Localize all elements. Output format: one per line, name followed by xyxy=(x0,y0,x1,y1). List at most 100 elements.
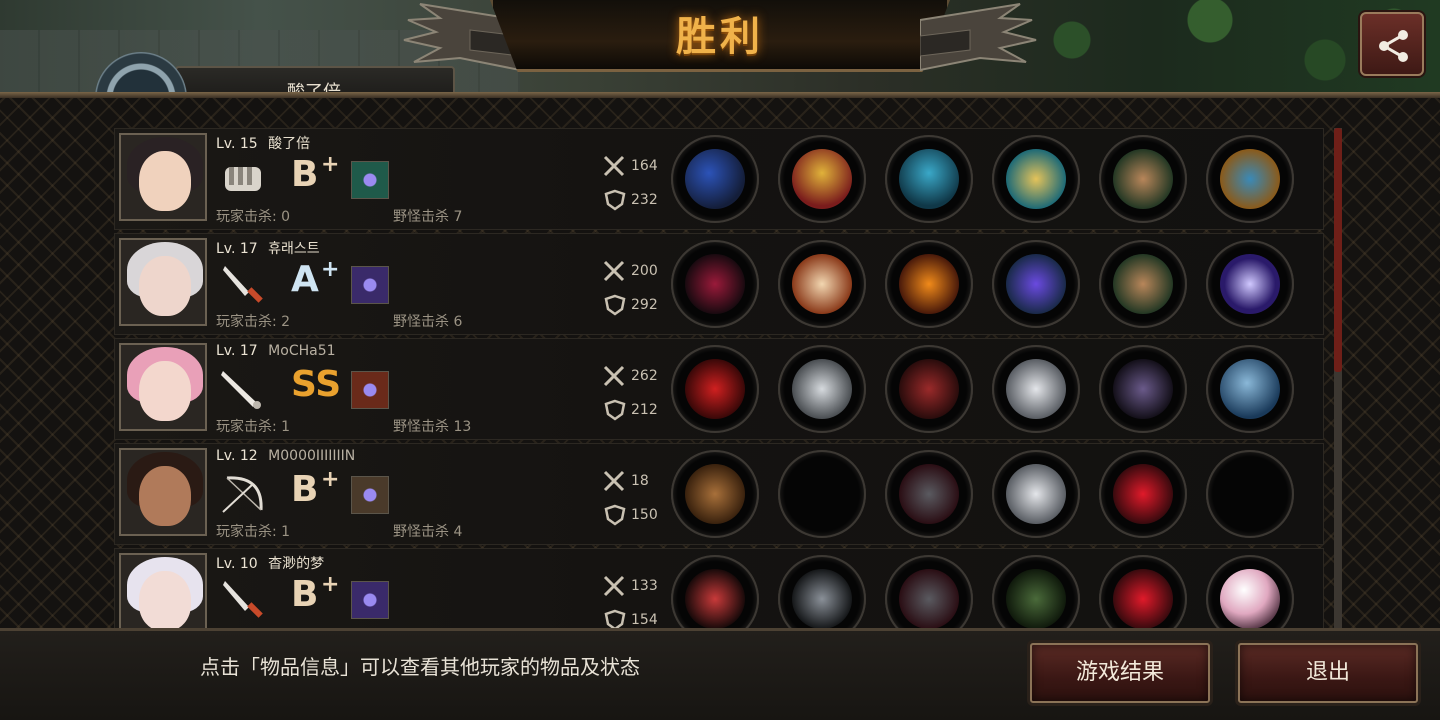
grade-plus: + xyxy=(321,467,340,492)
item-slot[interactable] xyxy=(671,345,759,433)
attack-stat: 164 xyxy=(603,151,667,181)
game-results-button[interactable]: 游戏结果 xyxy=(1030,643,1210,703)
grade-badge: A + xyxy=(291,257,339,302)
item-slot[interactable] xyxy=(992,555,1080,628)
item-slot[interactable] xyxy=(1206,240,1294,328)
skill-icon[interactable] xyxy=(351,581,389,619)
share-icon xyxy=(1379,30,1408,62)
player-name: M0000IIIIIIIN xyxy=(268,448,356,464)
item-slot[interactable] xyxy=(885,135,973,223)
player-stats: 133 154 xyxy=(603,571,667,628)
attack-stat: 18 xyxy=(603,466,667,496)
gauntlet-icon xyxy=(685,149,745,209)
item-slot[interactable] xyxy=(778,240,866,328)
bracelet-icon xyxy=(1006,149,1066,209)
skill-icon[interactable] xyxy=(351,161,389,199)
jacket-icon xyxy=(899,464,959,524)
item-slot[interactable] xyxy=(671,240,759,328)
item-slot[interactable] xyxy=(992,240,1080,328)
item-slot[interactable] xyxy=(1099,345,1187,433)
list-scrollbar-thumb[interactable] xyxy=(1334,128,1342,372)
player-kills: 玩家击杀: 2 xyxy=(216,314,291,330)
item-slot[interactable] xyxy=(671,450,759,538)
item-slot[interactable] xyxy=(778,450,866,538)
item-slot[interactable] xyxy=(1099,135,1187,223)
item-slot[interactable] xyxy=(1099,240,1187,328)
defense-stat: 232 xyxy=(603,185,667,215)
player-name: 杳渺的梦 xyxy=(268,556,325,572)
portrait-face xyxy=(139,151,191,211)
panel-top-edge xyxy=(0,92,1440,98)
wing-blade-icon xyxy=(1006,254,1066,314)
skill-icon[interactable] xyxy=(351,476,389,514)
skill-icon[interactable] xyxy=(351,266,389,304)
bracer-icon xyxy=(1113,254,1173,314)
item-slot[interactable] xyxy=(1206,345,1294,433)
item-slot[interactable] xyxy=(1206,450,1294,538)
player-kills: 玩家击杀: 1 xyxy=(216,524,291,540)
attack-value: 18 xyxy=(631,473,649,489)
player-row[interactable]: Lv. 17 MoCHa51 SS 玩家击杀: 1 野怪击杀 13 262 21… xyxy=(114,338,1324,440)
item-slot[interactable] xyxy=(778,555,866,628)
red-armor-icon xyxy=(899,359,959,419)
item-slot[interactable] xyxy=(1206,555,1294,628)
silver-bracer-icon xyxy=(1006,359,1066,419)
player-name: 酸了倍 xyxy=(268,136,311,152)
item-slot[interactable] xyxy=(1206,135,1294,223)
player-row[interactable]: Lv. 12 M0000IIIIIIIN B + 玩家击杀: 1 野怪击杀 4 … xyxy=(114,443,1324,545)
title-banner: 胜利 xyxy=(400,0,1040,92)
item-slot[interactable] xyxy=(885,555,973,628)
player-level: Lv. 10 xyxy=(216,556,258,572)
item-slot[interactable] xyxy=(1099,450,1187,538)
monster-kills: 野怪击杀 13 xyxy=(393,419,472,435)
fire-armor-icon xyxy=(899,254,959,314)
player-row[interactable]: Lv. 10 杳渺的梦 B + 133 154 xyxy=(114,548,1324,628)
player-portrait[interactable] xyxy=(119,133,207,221)
monster-kills: 野怪击杀 4 xyxy=(393,524,463,540)
grade-letter: B xyxy=(291,469,319,510)
item-slot[interactable] xyxy=(778,135,866,223)
victory-title: 胜利 xyxy=(676,14,764,60)
staff-icon xyxy=(1006,569,1066,628)
bracer-icon xyxy=(1113,149,1173,209)
player-stats: 262 212 xyxy=(603,361,667,425)
exit-button[interactable]: 退出 xyxy=(1238,643,1418,703)
item-slot[interactable] xyxy=(992,135,1080,223)
grade-plus: + xyxy=(321,152,340,177)
galaxy-icon xyxy=(1220,254,1280,314)
item-slot[interactable] xyxy=(671,135,759,223)
item-slot[interactable] xyxy=(1099,555,1187,628)
share-button[interactable] xyxy=(1360,12,1424,76)
player-row[interactable]: Lv. 15 酸了倍 B + 玩家击杀: 0 野怪击杀 7 164 232 xyxy=(114,128,1324,230)
grade-plus: + xyxy=(321,572,340,597)
earrings-icon xyxy=(1220,149,1280,209)
tiara-icon xyxy=(792,254,852,314)
player-results-list[interactable]: Lv. 15 酸了倍 B + 玩家击杀: 0 野怪击杀 7 164 232 Lv… xyxy=(114,128,1324,628)
player-portrait[interactable] xyxy=(119,553,207,628)
katana-icon xyxy=(685,569,745,628)
player-portrait[interactable] xyxy=(119,238,207,326)
player-portrait[interactable] xyxy=(119,448,207,536)
player-row[interactable]: Lv. 17 휴래스트 A + 玩家击杀: 2 野怪击杀 6 200 292 xyxy=(114,233,1324,335)
defense-value: 232 xyxy=(631,192,658,208)
list-scrollbar[interactable] xyxy=(1334,128,1342,628)
item-slot[interactable] xyxy=(992,345,1080,433)
heels-icon xyxy=(1113,464,1173,524)
grade-letter: B xyxy=(291,154,319,195)
player-level: Lv. 15 xyxy=(216,136,258,152)
item-slot[interactable] xyxy=(992,450,1080,538)
defense-value: 292 xyxy=(631,297,658,313)
armor-icon xyxy=(899,149,959,209)
player-kills: 玩家击杀: 1 xyxy=(216,419,291,435)
item-slot[interactable] xyxy=(885,450,973,538)
item-slot[interactable] xyxy=(671,555,759,628)
item-slot[interactable] xyxy=(885,240,973,328)
player-portrait[interactable] xyxy=(119,343,207,431)
attack-stat: 262 xyxy=(603,361,667,391)
player-name: 휴래스트 xyxy=(268,241,320,257)
player-stats: 200 292 xyxy=(603,256,667,320)
skill-icon[interactable] xyxy=(351,371,389,409)
item-slot[interactable] xyxy=(885,345,973,433)
item-slot[interactable] xyxy=(778,345,866,433)
blue-gem-icon xyxy=(1220,359,1280,419)
